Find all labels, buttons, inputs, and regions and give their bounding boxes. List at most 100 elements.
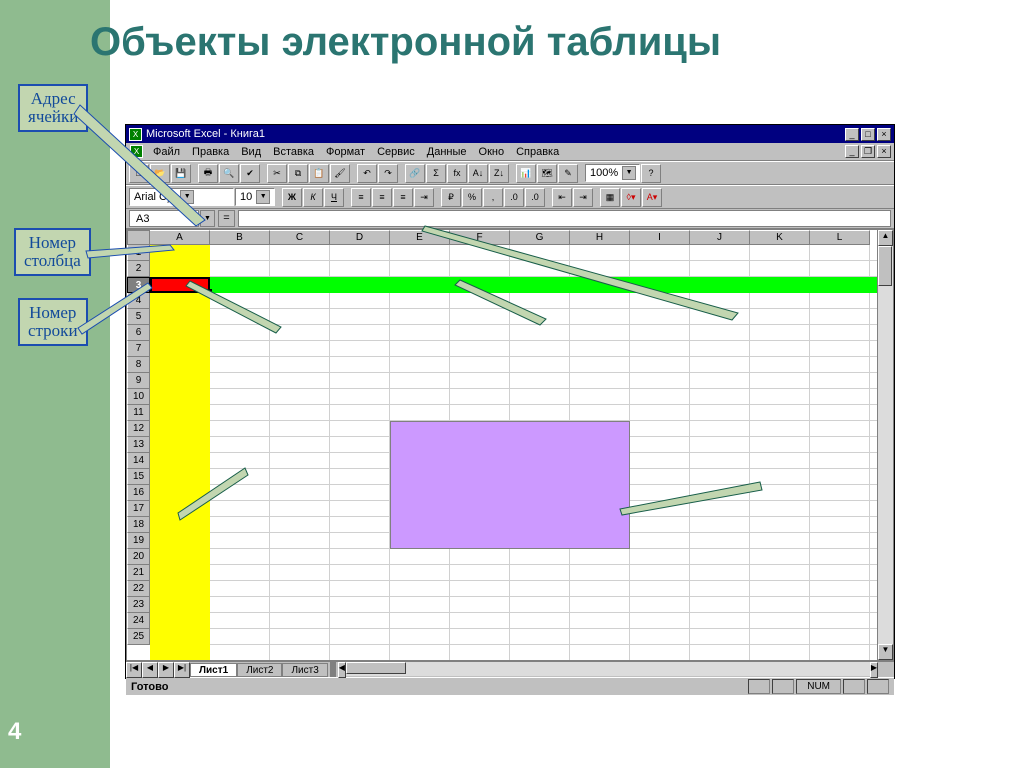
sheet-tab-1[interactable]: Лист1 (190, 663, 237, 677)
fill-color-button[interactable]: ◊▾ (621, 188, 641, 207)
tab-splitter[interactable] (330, 662, 336, 677)
row-header[interactable]: 9 (127, 373, 150, 389)
copy-button[interactable]: ⧉ (288, 164, 308, 183)
scroll-track[interactable] (878, 246, 893, 644)
doc-minimize-button[interactable]: _ (845, 145, 859, 158)
italic-button[interactable]: К (303, 188, 323, 207)
paste-button[interactable]: 📋 (309, 164, 329, 183)
help-button[interactable]: ? (641, 164, 661, 183)
column-header[interactable]: E (390, 230, 450, 245)
zoom-combo[interactable]: 100%▼ (585, 164, 640, 182)
function-button[interactable]: fx (447, 164, 467, 183)
menu-data[interactable]: Данные (421, 146, 473, 158)
row-header[interactable]: 5 (127, 309, 150, 325)
row-header[interactable]: 19 (127, 533, 150, 549)
open-button[interactable]: 📂 (150, 164, 170, 183)
row-header[interactable]: 3 (127, 277, 150, 293)
align-center-button[interactable]: ≡ (372, 188, 392, 207)
active-cell[interactable] (150, 277, 210, 293)
tab-first-button[interactable]: |◀ (126, 662, 142, 678)
row-header[interactable]: 2 (127, 261, 150, 277)
name-box[interactable]: A3 (129, 210, 199, 227)
row-header[interactable]: 12 (127, 421, 150, 437)
fill-handle[interactable] (207, 289, 212, 294)
row-header[interactable]: 23 (127, 597, 150, 613)
align-left-button[interactable]: ≡ (351, 188, 371, 207)
row-header[interactable]: 10 (127, 389, 150, 405)
menu-view[interactable]: Вид (235, 146, 267, 158)
doc-restore-button[interactable]: ❐ (861, 145, 875, 158)
menu-format[interactable]: Формат (320, 146, 371, 158)
column-header[interactable]: C (270, 230, 330, 245)
menu-tools[interactable]: Сервис (371, 146, 421, 158)
menu-file[interactable]: Файл (147, 146, 186, 158)
column-header[interactable]: A (150, 230, 210, 245)
row-header[interactable]: 6 (127, 325, 150, 341)
name-box-dropdown[interactable]: ▼ (200, 210, 215, 227)
menu-edit[interactable]: Правка (186, 146, 235, 158)
increase-decimal-button[interactable]: .0 (504, 188, 524, 207)
redo-button[interactable]: ↷ (378, 164, 398, 183)
formula-input[interactable] (238, 210, 891, 227)
comma-button[interactable]: , (483, 188, 503, 207)
row-header[interactable]: 25 (127, 629, 150, 645)
tab-next-button[interactable]: ▶ (158, 662, 174, 678)
row-header[interactable]: 24 (127, 613, 150, 629)
row-header[interactable]: 13 (127, 437, 150, 453)
row-header[interactable]: 11 (127, 405, 150, 421)
minimize-button[interactable]: _ (845, 128, 859, 141)
menu-insert[interactable]: Вставка (267, 146, 320, 158)
column-header[interactable]: B (210, 230, 270, 245)
preview-button[interactable]: 🔍 (219, 164, 239, 183)
column-header[interactable]: I (630, 230, 690, 245)
save-button[interactable]: 💾 (171, 164, 191, 183)
bold-button[interactable]: Ж (282, 188, 302, 207)
sort-desc-button[interactable]: Z↓ (489, 164, 509, 183)
row-header[interactable]: 17 (127, 501, 150, 517)
column-header[interactable]: J (690, 230, 750, 245)
increase-indent-button[interactable]: ⇥ (573, 188, 593, 207)
font-color-button[interactable]: A▾ (642, 188, 662, 207)
merge-center-button[interactable]: ⇥ (414, 188, 434, 207)
row-header[interactable]: 15 (127, 469, 150, 485)
row-header[interactable]: 16 (127, 485, 150, 501)
decrease-indent-button[interactable]: ⇤ (552, 188, 572, 207)
row-header[interactable]: 1 (127, 245, 150, 261)
equals-button[interactable]: = (218, 210, 235, 227)
sheet-tab-3[interactable]: Лист3 (282, 663, 327, 677)
column-header[interactable]: K (750, 230, 810, 245)
cell-grid[interactable] (150, 245, 877, 660)
sheet-main[interactable]: ABCDEFGHIJKL 123456789101112131415161718… (127, 230, 877, 660)
scroll-right-button[interactable]: ▶ (870, 662, 878, 678)
currency-button[interactable]: ₽ (441, 188, 461, 207)
tab-prev-button[interactable]: ◀ (142, 662, 158, 678)
font-name-combo[interactable]: Arial Cyr▼ (129, 188, 234, 206)
chart-button[interactable]: 📊 (516, 164, 536, 183)
font-size-combo[interactable]: 10▼ (235, 188, 275, 206)
align-right-button[interactable]: ≡ (393, 188, 413, 207)
row-header[interactable]: 20 (127, 549, 150, 565)
drawing-button[interactable]: ✎ (558, 164, 578, 183)
column-header[interactable]: G (510, 230, 570, 245)
row-header[interactable]: 7 (127, 341, 150, 357)
hyperlink-button[interactable]: 🔗 (405, 164, 425, 183)
column-headers[interactable]: ABCDEFGHIJKL (150, 230, 877, 245)
row-header[interactable]: 4 (127, 293, 150, 309)
column-header[interactable]: H (570, 230, 630, 245)
row-header[interactable]: 14 (127, 453, 150, 469)
column-header[interactable]: D (330, 230, 390, 245)
print-button[interactable]: 🖶 (198, 164, 218, 183)
maximize-button[interactable]: □ (861, 128, 875, 141)
column-header[interactable]: L (810, 230, 870, 245)
row-header[interactable]: 22 (127, 581, 150, 597)
scroll-down-button[interactable]: ▼ (878, 644, 893, 660)
horizontal-scrollbar[interactable]: ◀ ▶ (338, 662, 878, 678)
autosum-button[interactable]: Σ (426, 164, 446, 183)
spellcheck-button[interactable]: ✔ (240, 164, 260, 183)
hscroll-thumb[interactable] (346, 662, 406, 674)
vertical-scrollbar[interactable]: ▲ ▼ (877, 230, 893, 660)
decrease-decimal-button[interactable]: .0 (525, 188, 545, 207)
borders-button[interactable]: ▦ (600, 188, 620, 207)
sort-asc-button[interactable]: A↓ (468, 164, 488, 183)
doc-close-button[interactable]: × (877, 145, 891, 158)
